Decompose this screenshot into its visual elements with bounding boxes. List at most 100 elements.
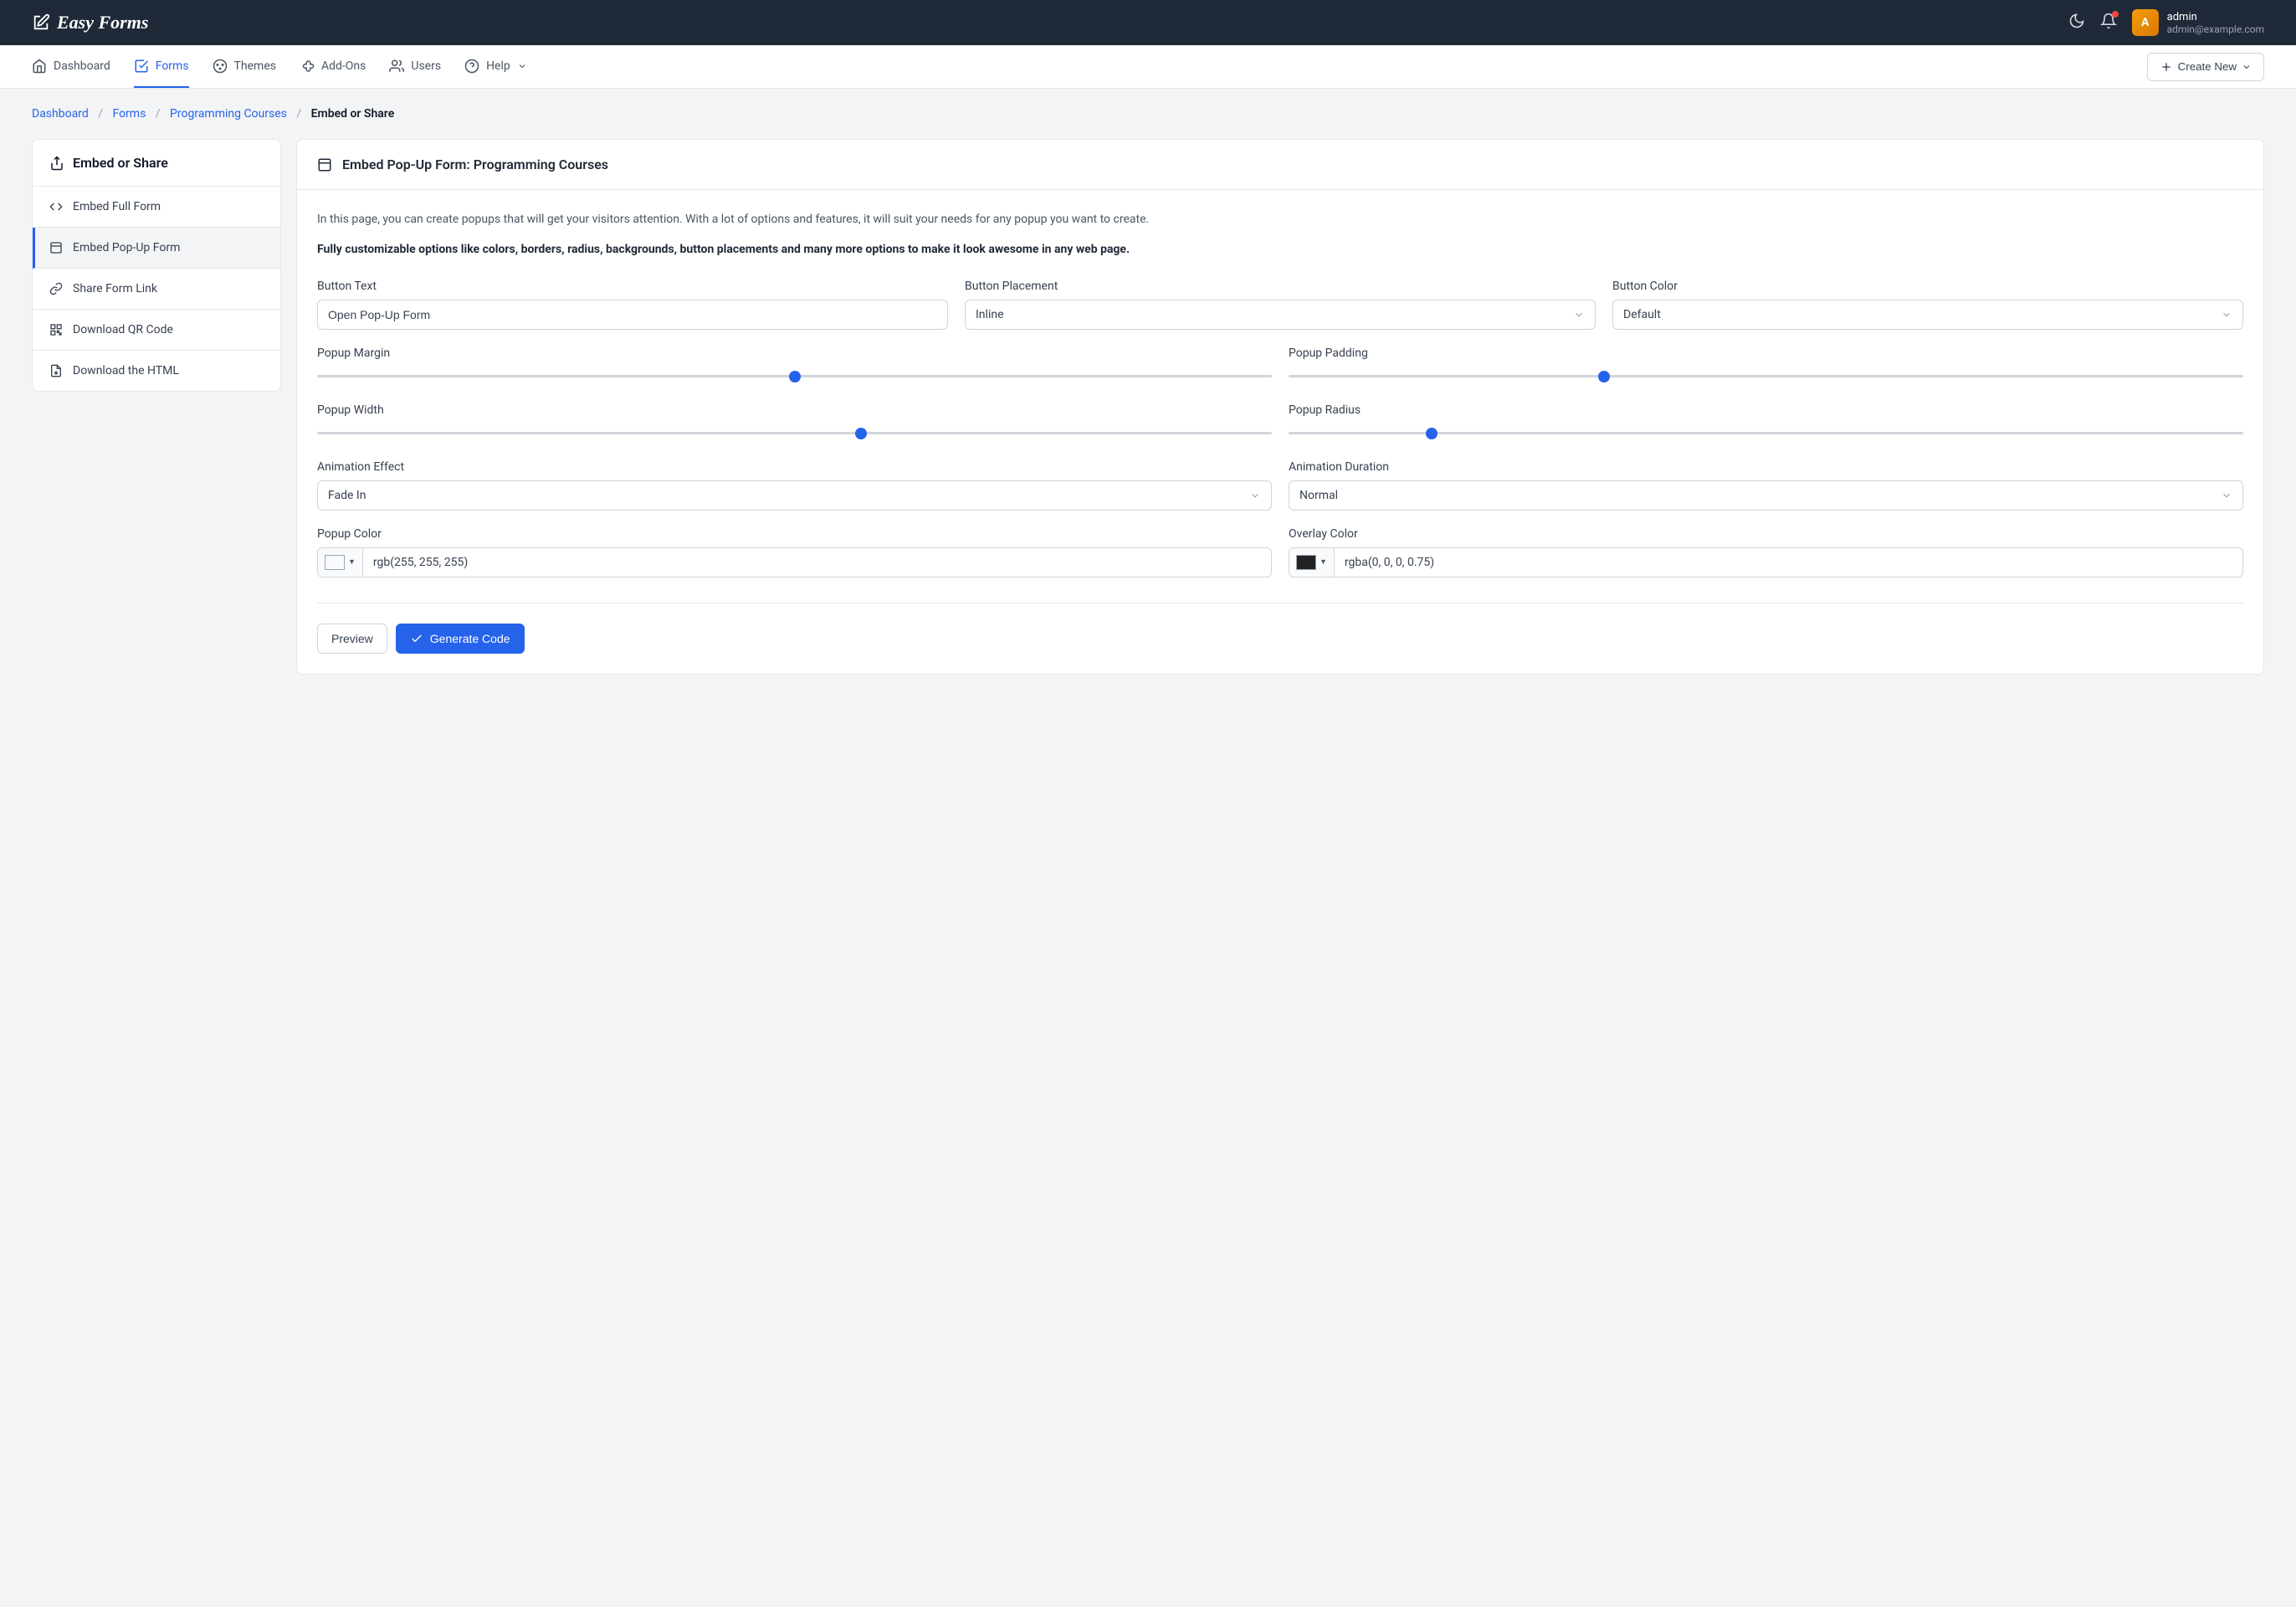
nav-dashboard-label: Dashboard	[54, 59, 110, 73]
color-value[interactable]: rgb(255, 255, 255)	[363, 548, 1271, 577]
sidebar-item-download-html[interactable]: Download the HTML	[33, 351, 280, 391]
panel-header: Embed Pop-Up Form: Programming Courses	[297, 140, 2263, 190]
check-icon	[410, 632, 423, 645]
sidebar-item-share-link[interactable]: Share Form Link	[33, 269, 280, 310]
breadcrumb-sep: /	[98, 107, 103, 121]
breadcrumb-dashboard[interactable]: Dashboard	[32, 107, 89, 121]
slider-popup-margin[interactable]	[317, 367, 1272, 387]
slider-popup-padding[interactable]	[1289, 367, 2243, 387]
qr-icon	[49, 323, 63, 336]
share-icon	[49, 156, 64, 171]
breadcrumb-forms[interactable]: Forms	[112, 107, 146, 121]
panel-body: In this page, you can create popups that…	[297, 190, 2263, 674]
logo-text: Easy Forms	[57, 12, 148, 33]
notification-dot	[2112, 11, 2119, 18]
sidebar-item-qr[interactable]: Download QR Code	[33, 310, 280, 351]
nav-themes[interactable]: Themes	[213, 45, 276, 88]
check-square-icon	[134, 59, 149, 74]
color-swatch	[1296, 555, 1316, 570]
field-animation-duration: Animation Duration Normal	[1289, 460, 2243, 511]
chevron-down-icon	[2221, 490, 2232, 501]
nav-dashboard[interactable]: Dashboard	[32, 45, 110, 88]
select-button-color[interactable]: Default	[1612, 300, 2243, 330]
label-button-placement: Button Placement	[965, 280, 1596, 293]
label-popup-color: Popup Color	[317, 527, 1272, 541]
chevron-down-icon	[2242, 62, 2252, 72]
chevron-down-icon	[1573, 309, 1585, 321]
label-popup-radius: Popup Radius	[1289, 403, 2243, 417]
users-icon	[389, 59, 404, 74]
field-animation-effect: Animation Effect Fade In	[317, 460, 1272, 511]
create-new-button[interactable]: Create New	[2147, 53, 2264, 81]
field-popup-radius: Popup Radius	[1289, 403, 2243, 444]
field-button-text: Button Text	[317, 280, 948, 330]
slider-popup-width[interactable]	[317, 424, 1272, 444]
field-popup-width: Popup Width	[317, 403, 1272, 444]
select-value: Inline	[976, 308, 1004, 321]
select-animation-duration[interactable]: Normal	[1289, 480, 2243, 511]
topbar-right: A admin admin@example.com	[2068, 9, 2264, 36]
select-value: Fade In	[328, 489, 366, 502]
puzzle-icon	[300, 59, 315, 74]
panel-desc-2: Fully customizable options like colors, …	[317, 240, 2243, 259]
label-popup-width: Popup Width	[317, 403, 1272, 417]
preview-label: Preview	[331, 632, 373, 645]
color-swatch	[325, 555, 345, 570]
plus-icon	[2160, 60, 2173, 74]
sidebar-item-label: Download QR Code	[73, 323, 173, 336]
nav-addons[interactable]: Add-Ons	[300, 45, 366, 88]
user-menu[interactable]: A admin admin@example.com	[2132, 9, 2264, 36]
sidebar: Embed or Share Embed Full Form Embed Pop…	[32, 139, 281, 392]
field-popup-margin: Popup Margin	[317, 347, 1272, 387]
sidebar-item-embed-full[interactable]: Embed Full Form	[33, 187, 280, 228]
label-animation-effect: Animation Effect	[317, 460, 1272, 474]
slider-popup-radius[interactable]	[1289, 424, 2243, 444]
generate-code-button[interactable]: Generate Code	[396, 624, 525, 654]
label-popup-padding: Popup Padding	[1289, 347, 2243, 360]
breadcrumb-current: Embed or Share	[311, 107, 395, 121]
nav-themes-label: Themes	[234, 59, 276, 73]
notifications-button[interactable]	[2100, 13, 2117, 33]
color-input-popup[interactable]: ▼ rgb(255, 255, 255)	[317, 547, 1272, 578]
label-button-text: Button Text	[317, 280, 948, 293]
color-input-overlay[interactable]: ▼ rgba(0, 0, 0, 0.75)	[1289, 547, 2243, 578]
field-popup-padding: Popup Padding	[1289, 347, 2243, 387]
sidebar-item-label: Download the HTML	[73, 364, 179, 377]
nav-users[interactable]: Users	[389, 45, 441, 88]
breadcrumb-form-name[interactable]: Programming Courses	[170, 107, 287, 121]
label-animation-duration: Animation Duration	[1289, 460, 2243, 474]
main-panel: Embed Pop-Up Form: Programming Courses I…	[296, 139, 2264, 675]
nav-users-label: Users	[411, 59, 441, 73]
download-icon	[49, 364, 63, 377]
panel-title: Embed Pop-Up Form: Programming Courses	[342, 157, 608, 172]
label-overlay-color: Overlay Color	[1289, 527, 2243, 541]
field-button-color: Button Color Default	[1612, 280, 2243, 330]
logo-icon	[32, 13, 50, 32]
label-popup-margin: Popup Margin	[317, 347, 1272, 360]
nav-help[interactable]: Help	[464, 45, 527, 88]
color-value[interactable]: rgba(0, 0, 0, 0.75)	[1335, 548, 2242, 577]
input-button-text[interactable]	[317, 300, 948, 330]
sidebar-item-embed-popup[interactable]: Embed Pop-Up Form	[33, 228, 280, 269]
sidebar-header: Embed or Share	[33, 140, 280, 187]
home-icon	[32, 59, 47, 74]
select-button-placement[interactable]: Inline	[965, 300, 1596, 330]
code-icon	[49, 200, 63, 213]
preview-button[interactable]: Preview	[317, 624, 387, 654]
logo[interactable]: Easy Forms	[32, 12, 148, 33]
nav-links: Dashboard Forms Themes Add-Ons Users Hel…	[32, 45, 527, 88]
theme-toggle[interactable]	[2068, 13, 2085, 33]
nav-forms[interactable]: Forms	[134, 45, 189, 88]
panel-desc-1: In this page, you can create popups that…	[317, 210, 2243, 228]
nav-addons-label: Add-Ons	[321, 59, 366, 73]
nav-help-label: Help	[486, 59, 510, 73]
color-swatch-button[interactable]: ▼	[318, 548, 363, 577]
avatar: A	[2132, 9, 2159, 36]
field-overlay-color: Overlay Color ▼ rgba(0, 0, 0, 0.75)	[1289, 527, 2243, 578]
sidebar-title: Embed or Share	[73, 155, 168, 171]
user-email: admin@example.com	[2167, 23, 2264, 35]
dropdown-triangle-icon: ▼	[1320, 557, 1327, 567]
sidebar-item-label: Embed Pop-Up Form	[73, 241, 180, 254]
select-animation-effect[interactable]: Fade In	[317, 480, 1272, 511]
color-swatch-button[interactable]: ▼	[1289, 548, 1335, 577]
